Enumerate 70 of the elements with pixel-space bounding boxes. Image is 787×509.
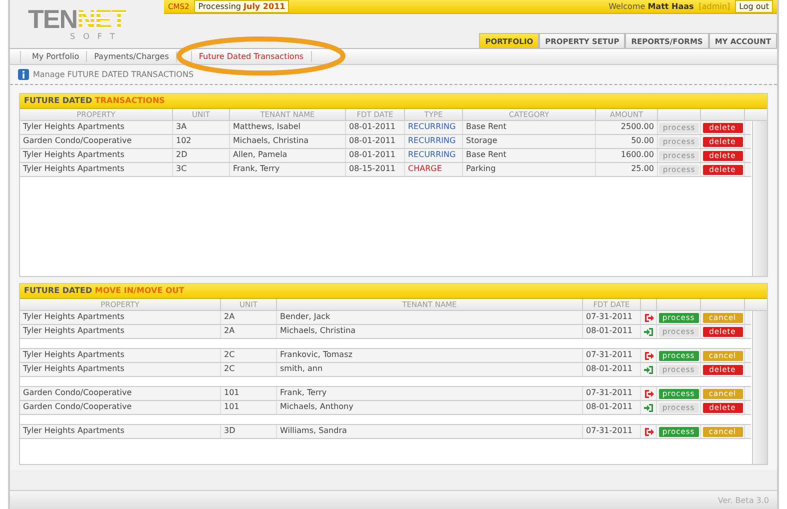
version-text: Ver. Beta 3.0 [718,496,769,504]
table-cell: Tyler Heights Apartments [20,349,221,362]
table-cell: 08-01-2011 [346,121,405,134]
table-cell: Parking [463,163,596,176]
processing-period: Processing July 2011 [194,0,290,13]
table-cell: 2D [173,149,230,162]
table-cell: Bender, Jack [277,311,583,324]
table-cell: smith, ann [277,363,583,376]
page-description: Manage FUTURE DATED TRANSACTIONS [33,70,194,79]
table-cell: Michaels, Christina [230,135,346,148]
table-cell: 08-15-2011 [346,163,405,176]
table-cell: 2A [221,311,277,324]
table-cell: Garden Condo/Cooperative [20,135,173,148]
table-cell: 07-31-2011 [583,387,641,400]
table-cell: 3C [173,163,230,176]
table-cell: Tyler Heights Apartments [20,325,221,338]
table-cell: Frank, Terry [230,163,346,176]
table-cell: Tyler Heights Apartments [20,149,173,162]
table-cell: RECURRING [405,121,463,134]
table-cell: 102 [173,135,230,148]
logo: TENNET SOFT [27,3,127,43]
table-cell: 08-01-2011 [346,135,405,148]
table-cell: Williams, Sandra [277,425,583,438]
table-cell: Base Rent [463,149,596,162]
table-cell: 3D [221,425,277,438]
table-cell: Michaels, Christina [277,325,583,338]
table-cell: Tyler Heights Apartments [20,425,221,438]
table-cell: 08-01-2011 [583,401,641,414]
table-cell: 08-01-2011 [583,363,641,376]
table-cell: 3A [173,121,230,134]
table-cell: Allen, Pamela [230,149,346,162]
table-cell: 2C [221,363,277,376]
table-cell: 101 [221,387,277,400]
table-cell: 08-01-2011 [346,149,405,162]
logout-button[interactable]: Log out [735,0,773,13]
table-cell: CHARGE [405,163,463,176]
welcome-text: Welcome Matt Haas [608,2,694,11]
table-cell: Tyler Heights Apartments [20,363,221,376]
table-cell: Frank, Terry [277,387,583,400]
table-cell: 1600.00 [596,149,658,162]
table-cell: 2A [221,325,277,338]
table-cell: RECURRING [405,135,463,148]
table-cell: 25.00 [596,163,658,176]
sub-tab[interactable]: My Portfolio [25,51,88,62]
table-cell: 101 [221,401,277,414]
table-cell: 07-31-2011 [583,349,641,362]
table-cell: Tyler Heights Apartments [20,121,173,134]
table-cell: 07-31-2011 [583,425,641,438]
sub-tab[interactable]: Payments/Charges [87,51,177,62]
table-cell: Garden Condo/Cooperative [20,401,221,414]
table-cell: Tyler Heights Apartments [20,311,221,324]
table-cell: 08-01-2011 [583,325,641,338]
table-cell: 50.00 [596,135,658,148]
table-cell: 2C [221,349,277,362]
table-cell: 07-31-2011 [583,311,641,324]
info-icon [18,69,29,80]
table-cell: Base Rent [463,121,596,134]
table-cell: Frankovic, Tomasz [277,349,583,362]
table-cell: Storage [463,135,596,148]
panel-title: FUTURE DATED MOVE IN/MOVE OUT [20,284,767,299]
table-cell: Tyler Heights Apartments [20,163,173,176]
table-cell: Garden Condo/Cooperative [20,387,221,400]
table-cell: Matthews, Isabel [230,121,346,134]
table-cell: 2500.00 [596,121,658,134]
scrollbar[interactable] [752,121,767,276]
user-role: [admin] [698,2,730,11]
table-cell: Michaels, Anthony [277,401,583,414]
scrollbar[interactable] [752,311,767,464]
panel-title: FUTURE DATED TRANSACTIONS [20,94,767,109]
table-cell: RECURRING [405,149,463,162]
